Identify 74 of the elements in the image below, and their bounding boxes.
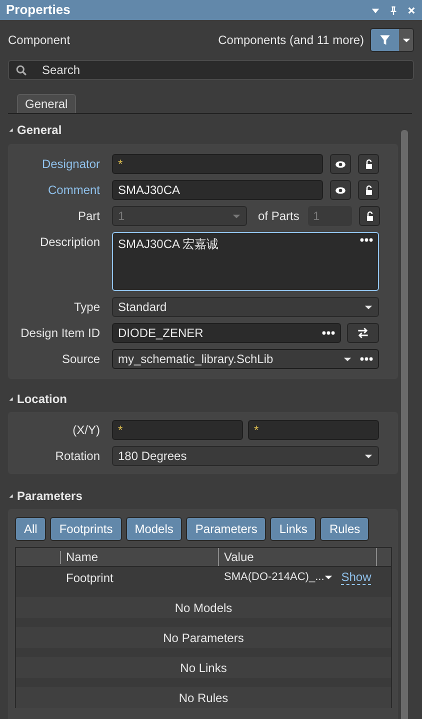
dropdown-value: my_schematic_library.SchLib: [118, 351, 274, 368]
close-button[interactable]: [406, 5, 416, 15]
section-title[interactable]: Parameters: [17, 487, 82, 505]
pin-icon: [388, 6, 398, 14]
scrollbar-thumb[interactable]: [401, 130, 408, 719]
show-link[interactable]: Show: [341, 570, 372, 584]
caret-icon: [402, 36, 410, 44]
source-dropdown[interactable]: my_schematic_library.SchLib: [112, 349, 379, 369]
field-label: Comment: [46, 182, 101, 199]
visibility-button[interactable]: [330, 154, 351, 174]
section-title[interactable]: General: [17, 121, 62, 139]
field-value: SMAJ30CA 宏嘉诚: [118, 236, 220, 253]
empty-message: No Rules: [178, 690, 228, 706]
table-cell-text: Footprint: [65, 570, 114, 586]
filter-chip[interactable]: All: [15, 517, 46, 541]
lock-button[interactable]: [358, 180, 379, 200]
visibility-button[interactable]: [330, 180, 351, 200]
field-label: Type: [72, 299, 101, 316]
caret-icon: [370, 6, 380, 14]
empty-message: No Parameters: [163, 630, 244, 646]
field-label: (X/Y): [72, 422, 101, 439]
y-field[interactable]: *: [248, 420, 379, 440]
caret-icon: [232, 212, 241, 220]
field-label: Design Item ID: [20, 325, 101, 342]
table-cell-text: SMA(DO-214AC)_...: [224, 570, 324, 586]
description-field[interactable]: SMAJ30CA 宏嘉诚: [112, 232, 379, 291]
type-dropdown[interactable]: Standard: [112, 297, 379, 317]
filter-chip[interactable]: Footprints: [50, 517, 122, 541]
column-header[interactable]: Name: [61, 548, 219, 566]
field-label: Source: [60, 351, 101, 368]
close-icon: [406, 6, 416, 14]
more-icon: [360, 357, 373, 361]
selection-summary: Components (and 11 more): [218, 32, 364, 49]
search-icon: [16, 65, 27, 76]
caret-icon: [364, 302, 373, 312]
dropdown-value: Standard: [118, 299, 167, 316]
filter-button[interactable]: [370, 28, 414, 52]
field-label: Rotation: [54, 448, 101, 465]
dropdown-value: 180 Degrees: [118, 448, 187, 465]
tab[interactable]: General: [17, 94, 76, 113]
window-title: Properties: [6, 1, 72, 20]
column-header[interactable]: Value: [219, 548, 377, 566]
filter-icon: [379, 34, 391, 46]
empty-message: No Models: [174, 600, 232, 616]
lock-button[interactable]: [359, 206, 380, 226]
x-field[interactable]: *: [112, 420, 243, 440]
field-label: of Parts: [258, 208, 300, 225]
pin-button[interactable]: [388, 5, 398, 15]
field-label: Part: [76, 208, 101, 225]
section-title[interactable]: Location: [17, 390, 67, 408]
field-value: DIODE_ZENER: [118, 325, 204, 342]
object-type-label: Component: [8, 32, 72, 49]
input-field[interactable]: SMAJ30CA: [112, 180, 323, 200]
swap-arrows-icon: [356, 327, 370, 339]
caret-icon: [324, 573, 334, 582]
lock-button[interactable]: [358, 154, 379, 174]
caret-icon: [343, 354, 352, 364]
rotation-dropdown[interactable]: 180 Degrees: [112, 446, 379, 466]
more-icon: [360, 238, 373, 242]
caret-icon: [364, 452, 373, 460]
input-field[interactable]: DIODE_ZENER: [112, 323, 341, 343]
empty-message: No Links: [180, 660, 227, 676]
search-field[interactable]: Search: [8, 60, 414, 80]
filter-chip[interactable]: Rules: [320, 517, 370, 541]
filter-chip[interactable]: Parameters: [186, 517, 266, 541]
filter-chip[interactable]: Links: [270, 517, 316, 541]
filter-chip[interactable]: Models: [126, 517, 182, 541]
dropdown-value: 1: [118, 208, 126, 225]
input-field[interactable]: *: [112, 154, 323, 174]
field-label: Description: [38, 234, 101, 251]
parts-count-field: 1: [308, 206, 352, 226]
swap-button[interactable]: [347, 323, 379, 343]
field-label: Designator: [40, 156, 101, 173]
more-icon: [322, 331, 335, 335]
